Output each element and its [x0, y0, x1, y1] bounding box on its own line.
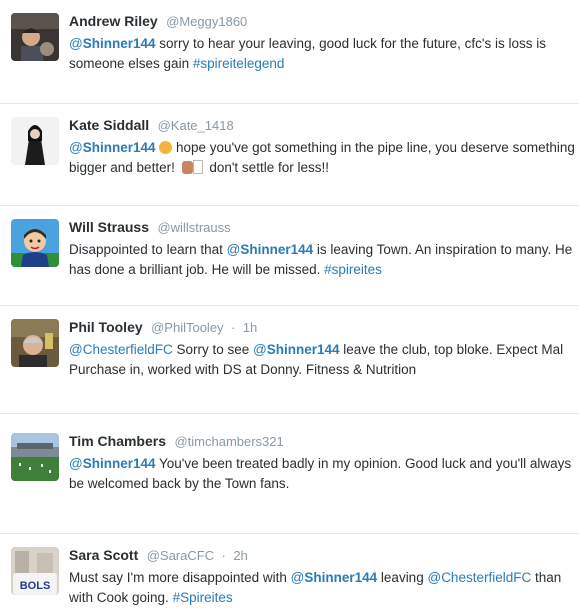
mention-link[interactable]: @Shinner144 [227, 242, 314, 257]
tweet-feed: Andrew Riley @Meggy1860 @Shinner144 sorr… [0, 0, 579, 608]
mention-at: @ [226, 242, 241, 257]
author-name[interactable]: Phil Tooley [69, 319, 143, 335]
mention-at: @ [290, 570, 305, 585]
author-name[interactable]: Will Strauss [69, 219, 149, 235]
hashtag-link[interactable]: #spireites [324, 262, 382, 277]
mention-link[interactable]: @ChesterfieldFC [427, 570, 531, 585]
avatar[interactable] [11, 117, 59, 165]
tweet-text-segment: Sorry to see [172, 342, 254, 357]
mention-at: @ [69, 456, 83, 471]
tweet[interactable]: Phil Tooley @PhilTooley · 1h @Chesterfie… [0, 306, 579, 414]
mention-at: @ [253, 342, 267, 357]
tweet-text-segment: Disappointed to learn that [69, 242, 227, 257]
tweet[interactable]: BOLS Sara Scott @SaraCFC · 2h Must say I… [0, 534, 579, 608]
author-name[interactable]: Kate Siddall [69, 117, 149, 133]
tweet-text: Disappointed to learn that @Shinner144 i… [69, 240, 575, 280]
avatar[interactable]: BOLS [11, 547, 59, 595]
avatar[interactable] [11, 319, 59, 367]
tweet-timestamp[interactable]: 2h [233, 548, 247, 563]
mention-at: @ [427, 570, 442, 585]
missing-glyph-icon [192, 160, 203, 174]
avatar[interactable] [11, 219, 59, 267]
mention-username: Shinner144 [240, 242, 314, 257]
bottle-label: BOLS [20, 580, 51, 592]
author-handle[interactable]: @SaraCFC [147, 548, 214, 563]
mention-at: @ [69, 36, 83, 51]
mention-link[interactable]: @Shinner144 [69, 36, 156, 51]
mention-at: @ [69, 140, 83, 155]
mention-username: Shinner144 [304, 570, 378, 585]
tweet[interactable]: Kate Siddall @Kate_1418 @Shinner144 hope… [0, 104, 579, 206]
author-handle[interactable]: @Kate_1418 [158, 118, 234, 133]
mention-username: Shinner144 [82, 140, 156, 155]
tweet-text: @Shinner144 hope you've got something in… [69, 138, 575, 178]
hashtag-link[interactable]: #spireitelegend [193, 56, 285, 71]
avatar[interactable] [11, 433, 59, 481]
tweet-text: @ChesterfieldFC Sorry to see @Shinner144… [69, 340, 575, 380]
mention-at: @ [69, 342, 83, 357]
author-handle[interactable]: @willstrauss [157, 220, 230, 235]
mention-link[interactable]: @Shinner144 [291, 570, 378, 585]
author-handle[interactable]: @timchambers321 [174, 434, 283, 449]
mention-link[interactable]: @Shinner144 [69, 456, 156, 471]
thumbs-up-icon [181, 161, 193, 174]
tweet-text-segment: leaving [377, 570, 428, 585]
tweet-text: Must say I'm more disappointed with @Shi… [69, 568, 575, 608]
tweet[interactable]: Will Strauss @willstrauss Disappointed t… [0, 206, 579, 306]
tweet-text-segment: don't settle for less!! [205, 160, 329, 175]
mention-link[interactable]: @Shinner144 [253, 342, 340, 357]
mention-username: Shinner144 [266, 342, 340, 357]
hashtag-link[interactable]: #Spireites [173, 590, 233, 605]
author-name[interactable]: Sara Scott [69, 547, 138, 563]
tweet-text: @Shinner144 You've been treated badly in… [69, 454, 575, 494]
tweet-text-segment: Must say I'm more disappointed with [69, 570, 291, 585]
tweet[interactable]: Andrew Riley @Meggy1860 @Shinner144 sorr… [0, 0, 579, 104]
author-name[interactable]: Tim Chambers [69, 433, 166, 449]
time-separator: · [231, 320, 236, 335]
time-separator: · [221, 548, 226, 563]
mention-link[interactable]: @Shinner144 [69, 140, 156, 155]
mention-username: ChesterfieldFC [82, 342, 173, 357]
mention-username: ChesterfieldFC [441, 570, 532, 585]
tweet[interactable]: Tim Chambers @timchambers321 @Shinner144… [0, 414, 579, 534]
author-name[interactable]: Andrew Riley [69, 13, 158, 29]
disappointed-face-icon [159, 141, 173, 154]
author-handle[interactable]: @Meggy1860 [166, 14, 247, 29]
avatar[interactable] [11, 13, 59, 61]
tweet-timestamp[interactable]: 1h [243, 320, 257, 335]
mention-username: Shinner144 [82, 456, 156, 471]
tweet-text: @Shinner144 sorry to hear your leaving, … [69, 34, 575, 74]
mention-username: Shinner144 [82, 36, 156, 51]
author-handle[interactable]: @PhilTooley [151, 320, 223, 335]
mention-link[interactable]: @ChesterfieldFC [69, 342, 173, 357]
